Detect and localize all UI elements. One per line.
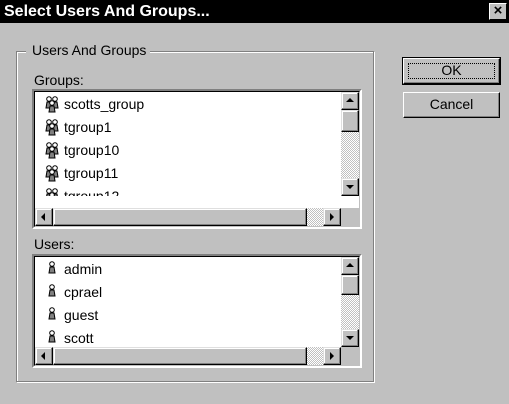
group-people-icon bbox=[45, 164, 59, 181]
groups-item-label: tgroup12 bbox=[64, 187, 120, 197]
users-list-item[interactable]: admin bbox=[35, 257, 343, 280]
users-scroll-down-button[interactable] bbox=[341, 329, 359, 347]
users-scroll-corner bbox=[341, 347, 359, 365]
select-users-and-groups-dialog: Select Users And Groups... × Users And G… bbox=[0, 0, 509, 404]
title-bar[interactable]: Select Users And Groups... × bbox=[0, 0, 509, 23]
users-and-groups-frame-label: Users And Groups bbox=[26, 42, 151, 58]
groups-item-label: tgroup10 bbox=[64, 141, 120, 158]
users-list-item[interactable]: scott bbox=[35, 326, 343, 347]
users-vertical-scrollbar[interactable] bbox=[341, 257, 359, 347]
groups-scroll-left-button[interactable] bbox=[35, 208, 53, 226]
groups-listbox[interactable]: scotts_group tgroup1 tgroup10 tgroup11 tgrou… bbox=[32, 89, 362, 229]
groups-list-item[interactable]: scotts_group bbox=[35, 92, 343, 115]
user-person-icon bbox=[48, 283, 56, 296]
groups-list-item[interactable]: tgroup12 bbox=[35, 184, 343, 196]
group-people-icon bbox=[45, 141, 59, 158]
arrow-down-icon bbox=[346, 185, 354, 189]
user-person-icon bbox=[48, 306, 56, 319]
cancel-button-label: Cancel bbox=[429, 96, 474, 112]
groups-scroll-corner bbox=[341, 208, 359, 226]
users-label: Users: bbox=[34, 236, 75, 252]
arrow-down-icon bbox=[346, 336, 354, 340]
group-people-icon bbox=[45, 95, 59, 112]
arrow-left-icon bbox=[41, 352, 45, 360]
groups-vertical-scrollbar[interactable] bbox=[341, 92, 359, 196]
users-scroll-right-button[interactable] bbox=[323, 347, 341, 365]
focus-rectangle bbox=[408, 63, 495, 79]
users-item-label: scott bbox=[64, 329, 94, 346]
users-scroll-left-button[interactable] bbox=[35, 347, 53, 365]
users-horizontal-scrollbar[interactable] bbox=[35, 347, 341, 365]
arrow-left-icon bbox=[41, 213, 45, 221]
users-horizontal-scroll-thumb[interactable] bbox=[53, 347, 307, 365]
groups-horizontal-scroll-thumb[interactable] bbox=[53, 208, 307, 226]
groups-list-items: scotts_group tgroup1 tgroup10 tgroup11 tgrou… bbox=[35, 92, 343, 196]
groups-label: Groups: bbox=[34, 72, 84, 88]
user-person-icon bbox=[48, 329, 56, 342]
users-list-item[interactable]: guest bbox=[35, 303, 343, 326]
arrow-up-icon bbox=[346, 263, 354, 267]
users-listbox[interactable]: admin cprael guest scott bbox=[32, 254, 362, 368]
groups-item-label: tgroup11 bbox=[64, 164, 119, 181]
groups-scroll-up-button[interactable] bbox=[341, 92, 359, 110]
arrow-right-icon bbox=[330, 213, 334, 221]
ok-button[interactable]: OK bbox=[402, 57, 501, 85]
users-scroll-up-button[interactable] bbox=[341, 257, 359, 275]
groups-item-label: scotts_group bbox=[64, 95, 145, 112]
groups-list-item[interactable]: tgroup10 bbox=[35, 138, 343, 161]
users-item-label: guest bbox=[64, 306, 99, 323]
groups-scroll-right-button[interactable] bbox=[323, 208, 341, 226]
users-vertical-scroll-thumb[interactable] bbox=[341, 275, 359, 295]
groups-item-label: tgroup1 bbox=[64, 118, 112, 135]
groups-horizontal-scrollbar[interactable] bbox=[35, 208, 341, 226]
window-title: Select Users And Groups... bbox=[4, 3, 210, 20]
groups-vertical-scroll-thumb[interactable] bbox=[341, 110, 359, 132]
arrow-up-icon bbox=[346, 98, 354, 102]
close-button[interactable]: × bbox=[489, 3, 507, 20]
close-icon: × bbox=[493, 2, 503, 19]
group-people-icon bbox=[45, 118, 59, 135]
users-list-item[interactable]: cprael bbox=[35, 280, 343, 303]
users-item-label: cprael bbox=[64, 283, 103, 300]
groups-scroll-down-button[interactable] bbox=[341, 178, 359, 196]
users-item-label: admin bbox=[64, 260, 103, 277]
groups-list-item[interactable]: tgroup11 bbox=[35, 161, 343, 184]
groups-list-item[interactable]: tgroup1 bbox=[35, 115, 343, 138]
users-list-items: admin cprael guest scott bbox=[35, 257, 343, 347]
user-person-icon bbox=[48, 260, 56, 273]
cancel-button[interactable]: Cancel bbox=[403, 92, 500, 118]
group-people-icon bbox=[46, 187, 58, 196]
arrow-right-icon bbox=[330, 352, 334, 360]
